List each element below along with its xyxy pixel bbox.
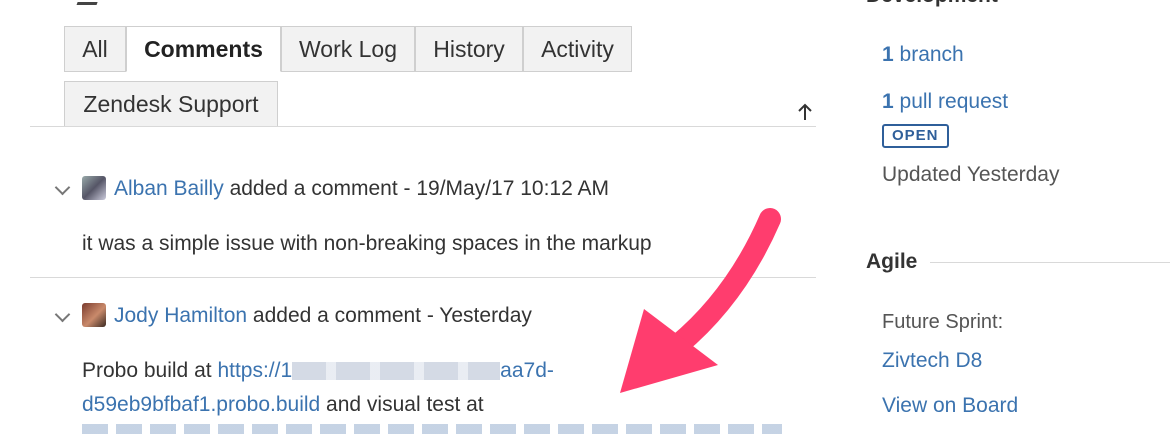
comment-header: Alban Bailly added a comment - 19/May/17…: [114, 176, 609, 202]
tab-history[interactable]: History: [415, 26, 523, 72]
avatar: [82, 176, 106, 200]
probo-build-link[interactable]: https://1 aa7d-: [217, 359, 553, 382]
tab-zendesk-support[interactable]: Zendesk Support: [64, 81, 278, 127]
annotation-arrow: [620, 208, 781, 393]
comment-author-link[interactable]: Jody Hamilton: [114, 304, 247, 327]
scroll-up-icon[interactable]: [797, 102, 813, 122]
updated-text: Updated Yesterday: [882, 163, 1060, 186]
status-badge: OPEN: [882, 124, 949, 148]
comment-header: Jody Hamilton added a comment - Yesterda…: [114, 303, 532, 329]
tab-activity[interactable]: Activity: [523, 26, 632, 72]
pull-requests-link[interactable]: 1 pull request: [882, 89, 1008, 115]
comment-body: it was a simple issue with non-breaking …: [82, 232, 652, 255]
sprint-label: Future Sprint:: [882, 311, 1004, 333]
agile-title: Agile: [866, 250, 918, 273]
tabs-divider: [30, 126, 816, 127]
tab-work-log[interactable]: Work Log: [281, 26, 415, 72]
collapse-chevron-icon[interactable]: [54, 306, 71, 323]
tab-comments[interactable]: Comments: [126, 26, 281, 72]
redacted-text: [292, 362, 501, 381]
probo-build-link[interactable]: d59eb9bfbaf1.probo.build: [82, 393, 320, 416]
comment-text: and visual test at: [320, 393, 484, 416]
comment-meta: added a comment - 19/May/17 10:12 AM: [229, 177, 609, 200]
comment-author-link[interactable]: Alban Bailly: [114, 177, 224, 200]
comment-meta: added a comment - Yesterday: [252, 304, 532, 327]
development-title: Development: [866, 0, 998, 8]
redacted-link-cutoff: [82, 424, 782, 434]
branches-link[interactable]: 1 branch: [882, 42, 964, 68]
activity-heading-cutoff: [76, 0, 104, 5]
agile-divider: [930, 262, 1170, 263]
avatar: [82, 303, 106, 327]
tab-all[interactable]: All: [64, 26, 126, 72]
comment-body-line2: d59eb9bfbaf1.probo.build and visual test…: [82, 392, 484, 418]
comment-body: Probo build at https://1 aa7d-: [82, 358, 554, 384]
sprint-link[interactable]: Zivtech D8: [882, 348, 982, 374]
comment-text: Probo build at: [82, 359, 218, 382]
view-on-board-link[interactable]: View on Board: [882, 393, 1018, 419]
collapse-chevron-icon[interactable]: [54, 179, 71, 196]
